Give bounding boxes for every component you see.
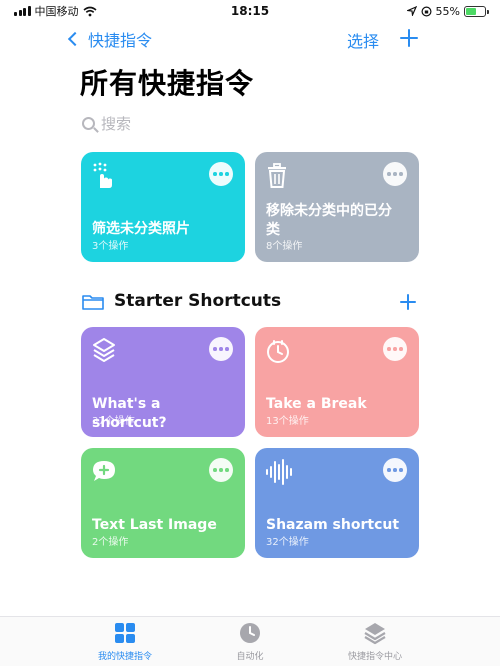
add-to-folder-button[interactable] — [397, 291, 419, 313]
location-arrow-icon — [406, 6, 417, 16]
back-button[interactable]: 快捷指令 — [67, 27, 153, 51]
card-subtitle: 3个操作 — [92, 241, 129, 252]
shortcut-card[interactable]: Shazam shortcut 32个操作 — [255, 448, 419, 558]
tab-label: 我的快捷指令 — [97, 652, 152, 662]
hand-tap-icon — [93, 162, 112, 188]
card-subtitle: 13个操作 — [266, 416, 309, 427]
dot — [213, 347, 217, 351]
dot — [399, 172, 403, 176]
tab-automation[interactable]: 自动化 — [195, 621, 305, 662]
dot — [387, 172, 391, 176]
shortcut-card[interactable]: What's a shortcut? 37个操作 — [81, 327, 245, 437]
battery-fill — [466, 7, 476, 15]
message-plus-icon — [93, 461, 115, 481]
section-title: Starter Shortcuts — [114, 291, 282, 311]
tab-gallery[interactable]: 快捷指令中心 — [320, 621, 430, 662]
search-placeholder: 搜索 — [101, 114, 132, 133]
dot — [213, 172, 217, 176]
dot — [225, 347, 229, 351]
tab-label: 自动化 — [236, 652, 264, 662]
more-options-button[interactable] — [383, 162, 407, 186]
battery-icon — [464, 5, 489, 17]
tab-my-shortcuts[interactable]: 我的快捷指令 — [70, 621, 180, 662]
card-title: 移除未分类中的已分类 — [266, 203, 392, 238]
status-right: 55% — [406, 4, 489, 18]
more-options-button[interactable] — [209, 458, 233, 482]
dot — [399, 347, 403, 351]
search-field[interactable]: 搜索 — [82, 110, 418, 136]
card-subtitle: 8个操作 — [266, 241, 303, 252]
dot — [393, 468, 397, 472]
dot — [219, 468, 223, 472]
timer-icon — [267, 340, 289, 363]
status-bar: 中国移动 18:15 55% — [0, 0, 500, 22]
dot — [219, 172, 223, 176]
shortcut-card[interactable]: 筛选未分类照片 3个操作 — [81, 152, 245, 262]
back-label: 快捷指令 — [88, 31, 153, 50]
shortcut-card[interactable]: Take a Break 13个操作 — [255, 327, 419, 437]
dot — [387, 468, 391, 472]
more-options-button[interactable] — [383, 337, 407, 361]
card-subtitle: 37个操作 — [92, 416, 135, 427]
dot — [387, 347, 391, 351]
select-button[interactable]: 选择 — [347, 28, 379, 52]
shortcut-card[interactable]: 移除未分类中的已分类 8个操作 — [255, 152, 419, 262]
carrier-label: 中国移动 — [34, 5, 79, 18]
plus-icon-stroke — [407, 294, 409, 310]
page-title: 所有快捷指令 — [80, 67, 255, 100]
card-subtitle: 32个操作 — [266, 537, 309, 548]
shortcut-card[interactable]: Text Last Image 2个操作 — [81, 448, 245, 558]
tab-bar: 我的快捷指令 自动化 快捷指令中心 — [0, 616, 500, 666]
battery-percent: 55% — [435, 4, 460, 18]
dot — [225, 468, 229, 472]
folder-icon — [82, 295, 104, 310]
status-left: 中国移动 — [14, 3, 97, 19]
nav-bar: 快捷指令 选择 — [0, 24, 500, 56]
dot — [225, 172, 229, 176]
layers-icon — [93, 338, 115, 362]
dot — [399, 468, 403, 472]
grid-icon — [115, 623, 135, 643]
waveform-icon — [266, 459, 292, 485]
search-icon — [82, 116, 95, 130]
starter-shortcuts-header: Starter Shortcuts — [0, 288, 500, 316]
tab-label: 快捷指令中心 — [347, 652, 402, 662]
more-options-button[interactable] — [209, 337, 233, 361]
more-options-button[interactable] — [383, 458, 407, 482]
clock-check-icon — [240, 623, 260, 643]
plus-icon-stroke — [408, 29, 410, 47]
more-options-button[interactable] — [209, 162, 233, 186]
signal-icon — [14, 6, 31, 16]
rotation-lock-icon — [421, 5, 432, 17]
dot — [213, 468, 217, 472]
dot — [219, 347, 223, 351]
dot — [393, 347, 397, 351]
card-subtitle: 2个操作 — [92, 537, 129, 548]
layers-icon — [364, 623, 386, 645]
trash-icon — [268, 163, 286, 188]
dot — [393, 172, 397, 176]
add-shortcut-button[interactable] — [398, 27, 420, 49]
wifi-icon — [82, 6, 97, 16]
chevron-left-icon — [67, 31, 83, 47]
